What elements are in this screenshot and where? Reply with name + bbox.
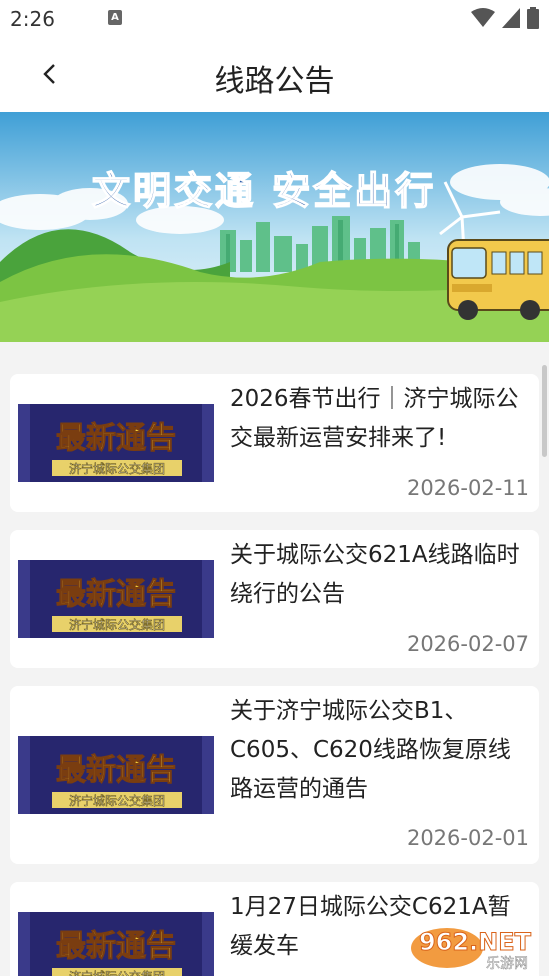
notice-thumbnail: 最新通告 济宁城际公交集团 [18, 736, 214, 814]
thumb-subtitle: 济宁城际公交集团 [69, 793, 165, 808]
banner-image[interactable]: 文明交通 安全出行 [0, 112, 549, 342]
status-bar: 2:26 A [0, 0, 549, 38]
status-time: 2:26 [10, 7, 55, 31]
notice-title: 关于济宁城际公交B1、C605、C620线路恢复原线路运营的通告 [230, 698, 511, 802]
notice-date: 2026-02-11 [406, 476, 529, 500]
system-icons [471, 6, 539, 30]
notice-title: 关于城际公交621A线路临时绕行的公告 [230, 542, 520, 607]
thumb-title: 最新通告 [56, 577, 176, 612]
thumb-subtitle: 济宁城际公交集团 [69, 969, 165, 976]
banner-slogan: 文明交通 安全出行 [92, 169, 436, 213]
notice-list[interactable]: 最新通告 济宁城际公交集团 2026春节出行｜济宁城际公交最新运营安排来了! 2… [0, 342, 549, 976]
notice-date: 2026-02-07 [406, 632, 529, 656]
notice-thumbnail: 最新通告 济宁城际公交集团 [18, 912, 214, 976]
notification-icon: A [108, 10, 122, 25]
app-header: 线路公告 [0, 38, 549, 112]
thumb-title: 最新通告 [56, 753, 176, 788]
notice-date: 2026-02-01 [406, 826, 529, 850]
notice-thumbnail: 最新通告 济宁城际公交集团 [18, 404, 214, 482]
watermark-brand: 962.NET [419, 928, 532, 956]
notice-card[interactable]: 最新通告 济宁城际公交集团 2026春节出行｜济宁城际公交最新运营安排来了! 2… [10, 374, 539, 512]
signal-icon [502, 8, 520, 28]
notice-card[interactable]: 最新通告 济宁城际公交集团 关于济宁城际公交B1、C605、C620线路恢复原线… [10, 686, 539, 864]
thumb-subtitle: 济宁城际公交集团 [69, 461, 165, 476]
watermark-site: 乐游网 [486, 956, 528, 972]
thumb-subtitle: 济宁城际公交集团 [69, 617, 165, 632]
bus-illustration [447, 239, 549, 320]
wifi-icon [471, 8, 495, 27]
scrollbar[interactable] [542, 365, 547, 457]
banner-illustration: 文明交通 安全出行 [0, 112, 549, 342]
notice-title: 2026春节出行｜济宁城际公交最新运营安排来了! [230, 386, 519, 451]
thumb-title: 最新通告 [56, 421, 176, 456]
notice-card[interactable]: 最新通告 济宁城际公交集团 关于城际公交621A线路临时绕行的公告 2026-0… [10, 530, 539, 668]
page-title: 线路公告 [214, 64, 335, 99]
notice-thumbnail: 最新通告 济宁城际公交集团 [18, 560, 214, 638]
thumb-title: 最新通告 [56, 929, 176, 964]
site-watermark-logo: 962.NET 乐游网 [407, 924, 543, 972]
battery-icon [527, 7, 539, 29]
